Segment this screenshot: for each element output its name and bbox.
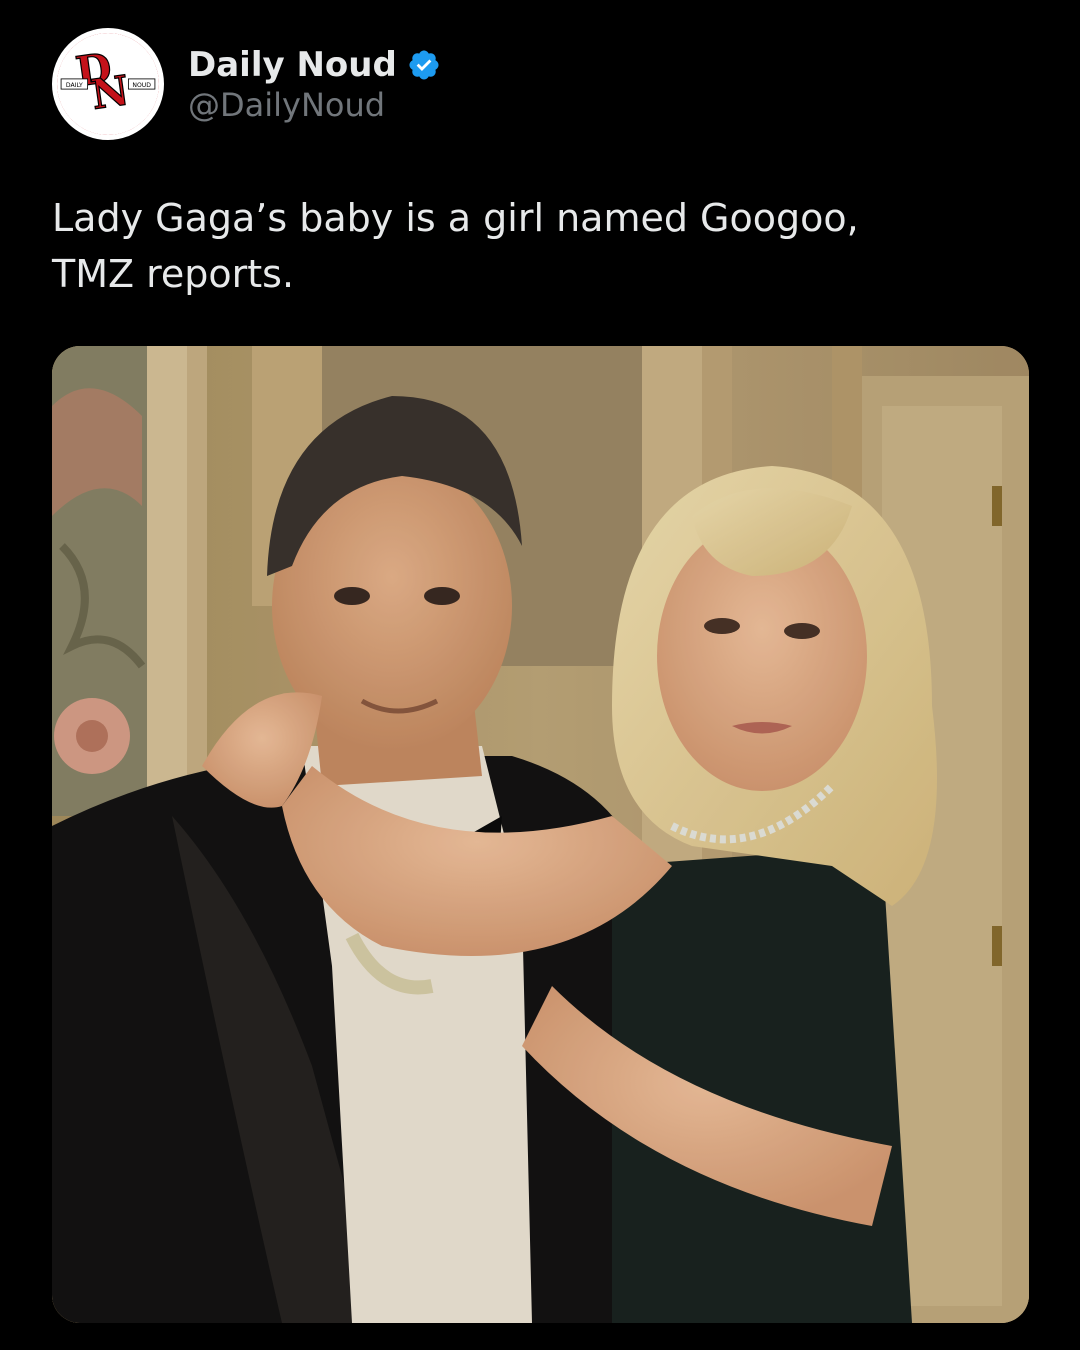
tweet-text-line-2: TMZ reports. xyxy=(52,252,295,296)
logo-left-text: DAILY xyxy=(66,82,83,89)
avatar[interactable]: D N DAILY NOUD xyxy=(52,28,164,140)
svg-text:N: N xyxy=(88,66,132,119)
tweet-text-line-1: Lady Gaga’s baby is a girl named Googoo, xyxy=(52,196,859,240)
tweet-post: D N DAILY NOUD Daily Noud @DailyNoud Lad… xyxy=(0,0,1080,1350)
tweet-text: Lady Gaga’s baby is a girl named Googoo,… xyxy=(52,190,1012,302)
display-name[interactable]: Daily Noud xyxy=(188,45,397,85)
photo-of-couple-in-formal-wear-icon xyxy=(52,346,1029,1323)
tweet-photo[interactable] xyxy=(52,346,1029,1323)
account-name-row[interactable]: Daily Noud xyxy=(188,42,441,88)
verified-badge-icon xyxy=(409,50,439,80)
account-handle[interactable]: @DailyNoud xyxy=(188,86,385,124)
daily-noud-logo-icon: D N DAILY NOUD xyxy=(57,33,159,135)
logo-right-text: NOUD xyxy=(132,82,151,89)
